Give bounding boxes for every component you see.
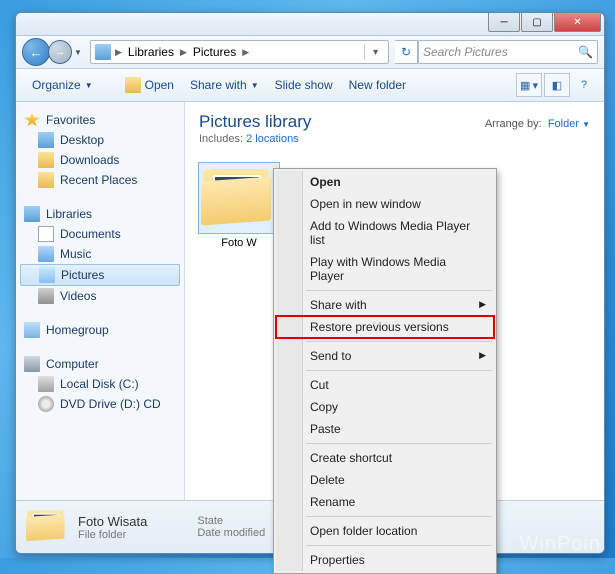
desktop-icon [38, 132, 54, 148]
slideshow-button[interactable]: Slide show [267, 75, 341, 95]
separator [306, 370, 492, 371]
libraries-header[interactable]: Libraries [16, 204, 184, 224]
nav-recent[interactable]: Recent Places [16, 170, 184, 190]
pictures-icon [39, 267, 55, 283]
favorites-header[interactable]: Favorites [16, 110, 184, 130]
arrange-by[interactable]: Arrange by: Folder ▼ [485, 118, 590, 130]
documents-icon [38, 226, 54, 242]
back-button[interactable]: ← [22, 38, 50, 66]
close-button[interactable]: ✕ [554, 13, 601, 32]
view-options-button[interactable]: ▦▾ [516, 73, 542, 97]
ctx-open-new-window[interactable]: Open in new window [276, 193, 494, 215]
nav-documents[interactable]: Documents [16, 224, 184, 244]
homegroup-icon [24, 322, 40, 338]
ctx-open[interactable]: Open [276, 171, 494, 193]
ctx-share-with[interactable]: Share with▶ [276, 294, 494, 316]
forward-button[interactable]: → [48, 40, 72, 64]
details-state-label: State [197, 515, 265, 527]
toolbar: Organize▼ Open Share with▼ Slide show Ne… [16, 69, 604, 102]
open-icon [125, 77, 141, 93]
libraries-icon [24, 206, 40, 222]
nav-local-disk[interactable]: Local Disk (C:) [16, 374, 184, 394]
share-with-button[interactable]: Share with▼ [182, 75, 267, 95]
ctx-rename[interactable]: Rename [276, 491, 494, 513]
ctx-delete[interactable]: Delete [276, 469, 494, 491]
nav-bar: ← → ▼ ▶ Libraries ▶ Pictures ▶ ▼ ↻ Searc… [16, 36, 604, 69]
search-placeholder: Search Pictures [423, 45, 508, 59]
titlebar[interactable]: ─ ▢ ✕ [16, 13, 604, 36]
star-icon [24, 112, 40, 128]
minimize-button[interactable]: ─ [488, 13, 520, 32]
nav-downloads[interactable]: Downloads [16, 150, 184, 170]
maximize-button[interactable]: ▢ [521, 13, 553, 32]
breadcrumb-pictures[interactable]: Pictures [189, 45, 240, 59]
ctx-properties[interactable]: Properties [276, 549, 494, 571]
preview-pane-button[interactable]: ◧ [544, 73, 570, 97]
homegroup-header[interactable]: Homegroup [16, 320, 184, 340]
separator [306, 545, 492, 546]
separator [306, 516, 492, 517]
refresh-button[interactable]: ↻ [395, 40, 418, 64]
ctx-cut[interactable]: Cut [276, 374, 494, 396]
details-date-label: Date modified [197, 527, 265, 539]
ctx-wmp-play[interactable]: Play with Windows Media Player [276, 251, 494, 287]
nav-desktop[interactable]: Desktop [16, 130, 184, 150]
nav-history-dropdown[interactable]: ▼ [72, 44, 84, 60]
nav-pictures[interactable]: Pictures [20, 264, 180, 286]
ctx-restore-previous-versions[interactable]: Restore previous versions [276, 316, 494, 338]
ctx-send-to[interactable]: Send to▶ [276, 345, 494, 367]
folder-label: Foto W [199, 237, 279, 249]
separator [306, 290, 492, 291]
nav-dvd-drive[interactable]: DVD Drive (D:) CD [16, 394, 184, 414]
ctx-wmp-add[interactable]: Add to Windows Media Player list [276, 215, 494, 251]
music-icon [38, 246, 54, 262]
library-subtitle: Includes: 2 locations [199, 133, 590, 145]
details-type: File folder [78, 529, 126, 541]
search-box[interactable]: Search Pictures 🔍 [418, 40, 598, 64]
nav-music[interactable]: Music [16, 244, 184, 264]
new-folder-button[interactable]: New folder [341, 75, 414, 95]
disk-icon [38, 376, 54, 392]
breadcrumb-libraries[interactable]: Libraries [124, 45, 178, 59]
separator [306, 341, 492, 342]
nav-videos[interactable]: Videos [16, 286, 184, 306]
recent-icon [38, 172, 54, 188]
folder-icon [201, 165, 273, 225]
nav-pane: Favorites Desktop Downloads Recent Place… [16, 102, 185, 542]
details-icon [26, 508, 68, 546]
search-icon: 🔍 [578, 45, 593, 59]
ctx-create-shortcut[interactable]: Create shortcut [276, 447, 494, 469]
open-button[interactable]: Open [117, 74, 182, 96]
ctx-copy[interactable]: Copy [276, 396, 494, 418]
libraries-icon [95, 44, 111, 60]
organize-button[interactable]: Organize▼ [24, 75, 101, 95]
computer-header[interactable]: Computer [16, 354, 184, 374]
computer-icon [24, 356, 40, 372]
ctx-open-folder-location[interactable]: Open folder location [276, 520, 494, 542]
submenu-arrow-icon: ▶ [479, 299, 486, 310]
dvd-icon [38, 396, 54, 412]
watermark: WinPoin [520, 533, 601, 556]
downloads-icon [38, 152, 54, 168]
address-bar[interactable]: ▶ Libraries ▶ Pictures ▶ ▼ [90, 40, 389, 64]
details-name: Foto Wisata [78, 514, 147, 529]
ctx-paste[interactable]: Paste [276, 418, 494, 440]
locations-link[interactable]: 2 locations [246, 133, 299, 145]
context-menu: Open Open in new window Add to Windows M… [273, 168, 497, 574]
videos-icon [38, 288, 54, 304]
separator [306, 443, 492, 444]
submenu-arrow-icon: ▶ [479, 350, 486, 361]
help-button[interactable]: ? [572, 74, 596, 96]
folder-item[interactable]: Foto W [199, 163, 279, 249]
